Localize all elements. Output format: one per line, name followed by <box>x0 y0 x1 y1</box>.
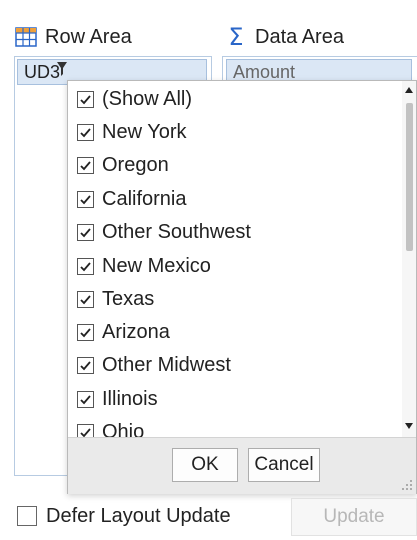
checkmark-icon <box>80 394 91 404</box>
list-item[interactable]: Arizona <box>77 318 170 346</box>
list-item-label: California <box>102 187 187 210</box>
checkbox[interactable] <box>77 190 94 208</box>
list-item-label: Ohio <box>102 420 145 438</box>
list-item-label: Texas <box>102 287 155 310</box>
scroll-up-arrow-icon[interactable] <box>402 83 416 97</box>
list-item[interactable]: Texas <box>77 285 154 313</box>
list-item[interactable]: (Show All) <box>77 85 192 113</box>
resize-grip-icon[interactable] <box>401 479 413 491</box>
list-item[interactable]: New Mexico <box>77 252 211 280</box>
data-area-title: Data Area <box>255 25 344 48</box>
checkmark-icon <box>80 294 91 304</box>
list-item[interactable]: New York <box>77 118 187 146</box>
list-item[interactable]: Oregon <box>77 151 169 179</box>
table-grid-icon <box>14 25 38 49</box>
checkbox[interactable] <box>77 390 94 408</box>
checkmark-icon <box>80 194 91 204</box>
checkbox[interactable] <box>77 257 94 275</box>
checkbox[interactable] <box>77 123 94 141</box>
checkmark-icon <box>80 360 91 370</box>
list-item-label: Oregon <box>102 153 169 176</box>
checkbox[interactable] <box>77 323 94 341</box>
scrollbar-thumb[interactable] <box>406 103 413 251</box>
checkmark-icon <box>80 227 91 237</box>
ok-button[interactable]: OK <box>172 448 238 482</box>
checkmark-icon <box>80 327 91 337</box>
defer-layout-label: Defer Layout Update <box>46 504 231 527</box>
list-item-label: Arizona <box>102 320 170 343</box>
funnel-filter-icon[interactable] <box>56 61 68 77</box>
vertical-scrollbar[interactable] <box>402 81 416 437</box>
checkbox[interactable] <box>77 223 94 241</box>
cancel-button[interactable]: Cancel <box>248 448 320 482</box>
list-item[interactable]: Ohio <box>77 418 144 437</box>
checkbox[interactable] <box>77 156 94 174</box>
checkbox[interactable] <box>77 290 94 308</box>
data-area-header: Σ Data Area <box>224 22 344 52</box>
row-area-title: Row Area <box>45 25 132 48</box>
checkmark-icon <box>80 261 91 271</box>
list-item[interactable]: Other Southwest <box>77 218 251 246</box>
list-item-label: New York <box>102 120 187 143</box>
list-item-label: Illinois <box>102 387 158 410</box>
checkmark-icon <box>80 127 91 137</box>
update-button[interactable]: Update <box>291 498 417 536</box>
checkbox[interactable] <box>77 356 94 374</box>
list-item[interactable]: Illinois <box>77 385 158 413</box>
list-item-label: Other Southwest <box>102 220 251 243</box>
sigma-icon: Σ <box>228 23 244 51</box>
filter-dropdown: (Show All) New York Oregon California Ot… <box>67 80 417 494</box>
list-item[interactable]: Other Midwest <box>77 351 231 379</box>
dropdown-button-bar: OK Cancel <box>68 437 416 494</box>
list-item-label: (Show All) <box>102 87 193 110</box>
defer-layout-update-option[interactable]: Defer Layout Update <box>17 503 231 529</box>
list-item-label: New Mexico <box>102 254 211 277</box>
defer-layout-checkbox[interactable] <box>17 506 37 526</box>
scroll-down-arrow-icon[interactable] <box>402 419 416 433</box>
checkmark-icon <box>80 427 91 437</box>
filter-checkbox-list: (Show All) New York Oregon California Ot… <box>68 81 398 437</box>
checkmark-icon <box>80 160 91 170</box>
list-item[interactable]: California <box>77 185 186 213</box>
row-field-label: UD3 <box>24 61 61 82</box>
checkbox[interactable] <box>77 90 94 108</box>
pivot-field-list-panel: Row Area Σ Data Area UD3 Amount (Show Al… <box>0 0 417 540</box>
checkbox[interactable] <box>77 423 94 437</box>
list-item-label: Other Midwest <box>102 353 231 376</box>
checkmark-icon <box>80 94 91 104</box>
row-area-header: Row Area <box>14 22 132 52</box>
